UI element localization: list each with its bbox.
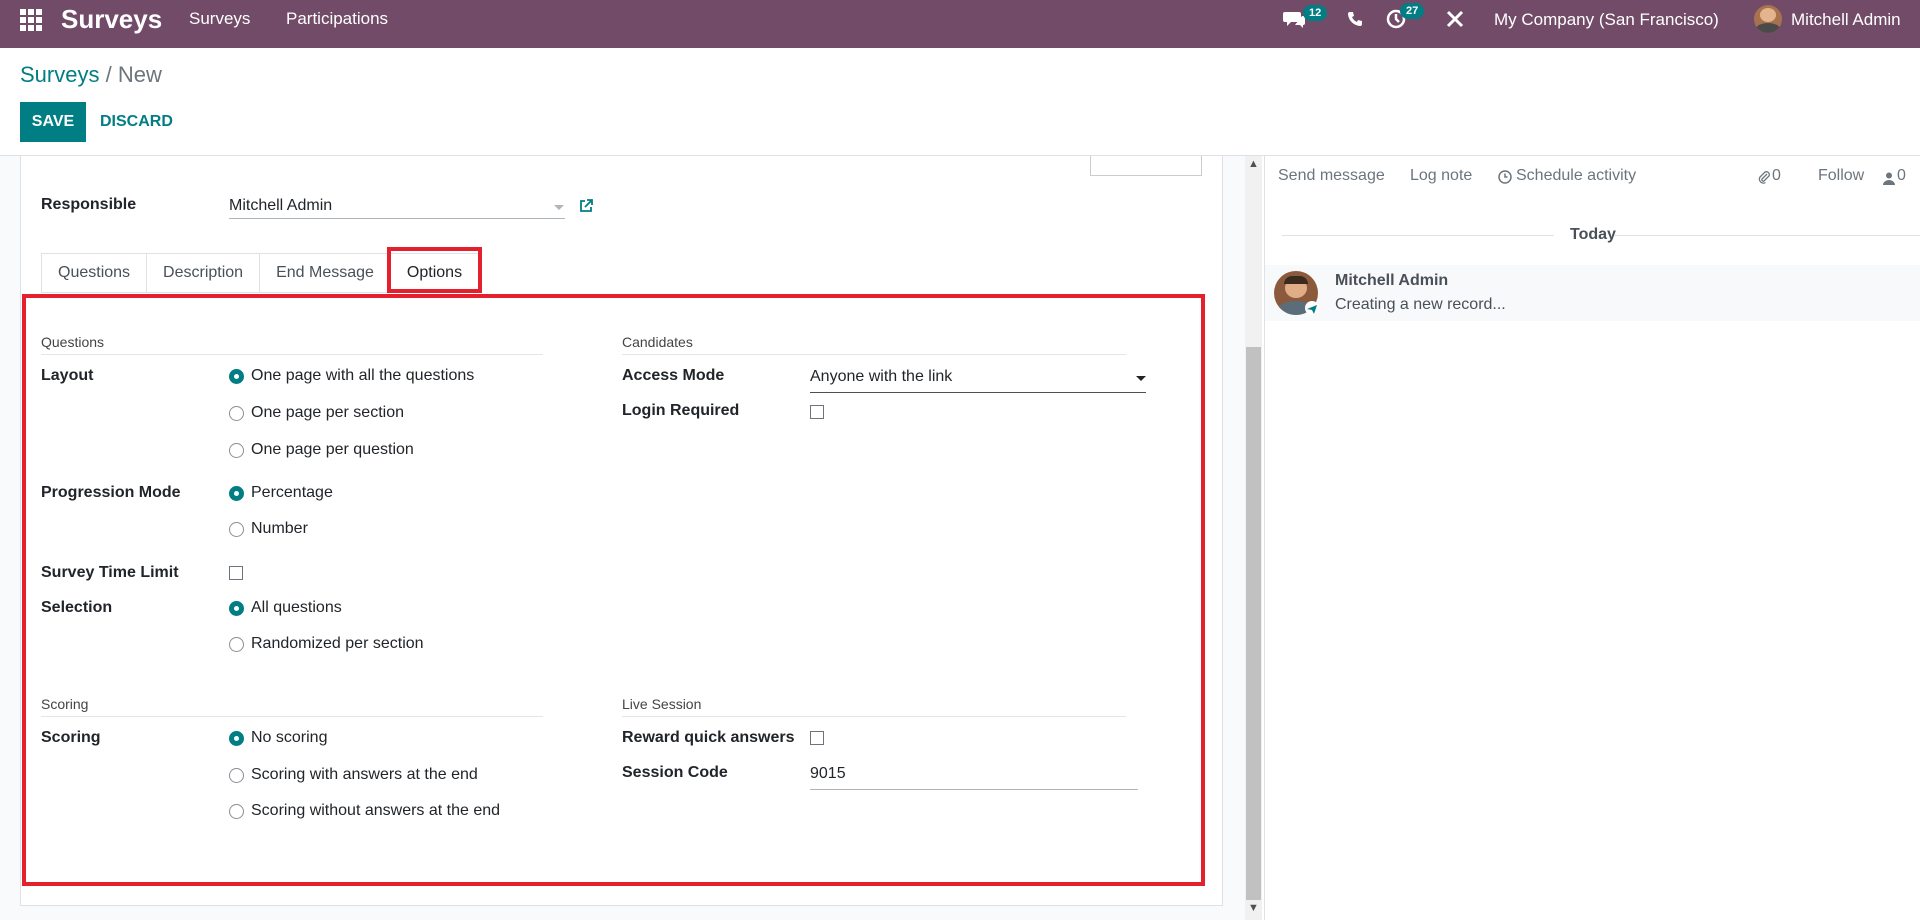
tab-end-message[interactable]: End Message bbox=[259, 253, 390, 293]
tab-questions[interactable]: Questions bbox=[41, 253, 147, 293]
live-session-section-title: Live Session bbox=[622, 696, 702, 712]
options-tab-highlight bbox=[387, 247, 482, 293]
scoring-option-with-answers[interactable]: Scoring with answers at the end bbox=[251, 766, 478, 784]
debug-tools-icon[interactable] bbox=[1446, 10, 1464, 33]
access-mode-caret-icon[interactable] bbox=[1136, 376, 1146, 381]
today-divider-right bbox=[1614, 235, 1920, 236]
layout-radio-all[interactable] bbox=[229, 369, 244, 384]
followers-count[interactable]: 0 bbox=[1897, 167, 1906, 185]
layout-option-all[interactable]: One page with all the questions bbox=[251, 367, 474, 385]
responsible-dropdown-caret-icon[interactable] bbox=[554, 205, 564, 210]
scroll-down-arrow-icon[interactable]: ▼ bbox=[1245, 902, 1262, 914]
scoring-radio-none[interactable] bbox=[229, 731, 244, 746]
access-mode-underline bbox=[810, 392, 1146, 393]
layout-radio-section[interactable] bbox=[229, 406, 244, 421]
access-mode-select[interactable]: Anyone with the link bbox=[810, 368, 952, 386]
scoring-option-without-answers[interactable]: Scoring without answers at the end bbox=[251, 802, 500, 820]
reward-quick-answers-checkbox[interactable] bbox=[810, 731, 824, 745]
today-divider-left bbox=[1282, 235, 1554, 236]
selection-option-all[interactable]: All questions bbox=[251, 599, 342, 617]
breadcrumb: Surveys / New bbox=[20, 62, 162, 88]
progression-radio-number[interactable] bbox=[229, 522, 244, 537]
survey-image-box[interactable] bbox=[1090, 156, 1202, 176]
app-brand[interactable]: Surveys bbox=[61, 4, 162, 35]
breadcrumb-separator: / bbox=[105, 62, 112, 87]
login-required-label: Login Required bbox=[622, 402, 740, 419]
scoring-radio-without-answers[interactable] bbox=[229, 804, 244, 819]
access-mode-label: Access Mode bbox=[622, 367, 725, 384]
survey-time-limit-label: Survey Time Limit bbox=[41, 564, 179, 581]
progression-option-number[interactable]: Number bbox=[251, 520, 308, 538]
phone-icon[interactable] bbox=[1347, 11, 1363, 32]
scoring-section-divider bbox=[41, 716, 543, 717]
questions-section-divider bbox=[41, 354, 543, 355]
tab-description[interactable]: Description bbox=[146, 253, 260, 293]
layout-option-question[interactable]: One page per question bbox=[251, 441, 414, 459]
selection-option-randomized[interactable]: Randomized per section bbox=[251, 635, 424, 653]
company-switcher[interactable]: My Company (San Francisco) bbox=[1494, 0, 1719, 40]
scoring-section-title: Scoring bbox=[41, 696, 89, 712]
selection-label: Selection bbox=[41, 599, 113, 616]
session-code-underline bbox=[810, 789, 1138, 790]
follow-button[interactable]: Follow bbox=[1818, 167, 1864, 185]
survey-time-limit-checkbox[interactable] bbox=[229, 566, 243, 580]
scoring-radio-with-answers[interactable] bbox=[229, 768, 244, 783]
options-panel-highlight bbox=[22, 294, 1205, 886]
message-author-name[interactable]: Mitchell Admin bbox=[1335, 272, 1448, 290]
menu-participations[interactable]: Participations bbox=[286, 9, 388, 29]
external-link-icon[interactable] bbox=[578, 198, 594, 219]
login-required-checkbox[interactable] bbox=[810, 405, 824, 419]
discard-button[interactable]: DISCARD bbox=[100, 102, 173, 142]
responsible-underline bbox=[229, 218, 565, 219]
candidates-section-title: Candidates bbox=[622, 334, 693, 350]
top-navbar: Surveys Surveys Participations 12 27 My … bbox=[0, 0, 1920, 48]
save-button[interactable]: SAVE bbox=[20, 102, 86, 142]
layout-label: Layout bbox=[41, 367, 94, 384]
live-session-section-divider bbox=[622, 716, 1126, 717]
candidates-section-divider bbox=[622, 354, 1126, 355]
responsible-input[interactable]: Mitchell Admin bbox=[229, 197, 332, 215]
responsible-label: Responsible bbox=[41, 196, 137, 213]
session-code-input[interactable]: 9015 bbox=[810, 765, 846, 783]
selection-radio-all[interactable] bbox=[229, 601, 244, 616]
progression-mode-label: Progression Mode bbox=[41, 484, 181, 501]
scoring-label: Scoring bbox=[41, 729, 101, 746]
selection-radio-randomized[interactable] bbox=[229, 637, 244, 652]
send-message-button[interactable]: Send message bbox=[1278, 167, 1385, 185]
schedule-activity-clock-icon bbox=[1498, 169, 1512, 189]
progression-radio-percentage[interactable] bbox=[229, 486, 244, 501]
today-separator: Today bbox=[1570, 226, 1616, 243]
message-body: Creating a new record... bbox=[1335, 296, 1506, 313]
messages-badge: 12 bbox=[1303, 5, 1328, 21]
breadcrumb-surveys-link[interactable]: Surveys bbox=[20, 62, 99, 87]
questions-section-title: Questions bbox=[41, 334, 105, 350]
breadcrumb-current: New bbox=[117, 62, 162, 87]
scroll-up-arrow-icon[interactable]: ▲ bbox=[1245, 158, 1262, 170]
reward-quick-answers-label: Reward quick answers bbox=[622, 729, 795, 746]
messages-icon[interactable] bbox=[1283, 9, 1305, 31]
scoring-option-none[interactable]: No scoring bbox=[251, 729, 327, 747]
message-status-plane-icon bbox=[1305, 301, 1319, 315]
layout-radio-question[interactable] bbox=[229, 443, 244, 458]
user-avatar[interactable] bbox=[1754, 5, 1782, 33]
user-menu[interactable]: Mitchell Admin bbox=[1791, 0, 1901, 40]
menu-surveys[interactable]: Surveys bbox=[189, 9, 250, 29]
session-code-label: Session Code bbox=[622, 764, 728, 781]
progression-option-percentage[interactable]: Percentage bbox=[251, 484, 333, 502]
form-scrollbar-thumb[interactable] bbox=[1246, 347, 1261, 900]
apps-menu-icon[interactable] bbox=[20, 9, 42, 31]
layout-option-section[interactable]: One page per section bbox=[251, 404, 404, 422]
schedule-activity-button[interactable]: Schedule activity bbox=[1516, 167, 1636, 185]
attachments-count[interactable]: 0 bbox=[1772, 167, 1781, 185]
followers-user-icon[interactable] bbox=[1883, 170, 1895, 190]
attachment-paperclip-icon[interactable] bbox=[1758, 169, 1770, 189]
log-note-button[interactable]: Log note bbox=[1410, 167, 1472, 185]
activities-badge: 27 bbox=[1400, 3, 1425, 19]
